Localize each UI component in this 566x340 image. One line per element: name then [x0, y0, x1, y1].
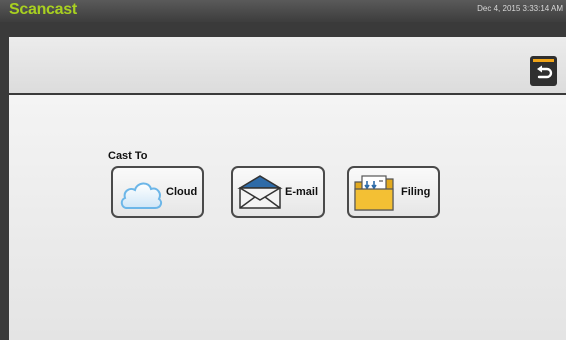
- envelope-icon: [237, 175, 283, 209]
- email-button[interactable]: E-mail: [231, 166, 325, 218]
- cloud-button[interactable]: Cloud: [111, 166, 204, 218]
- back-button[interactable]: [530, 56, 557, 86]
- toolbar: [9, 37, 566, 93]
- filing-button[interactable]: Filing: [347, 166, 440, 218]
- title-bar: Scancast Dec 4, 2015 3:33:14 AM: [0, 0, 566, 22]
- back-arrow-icon: [536, 65, 552, 78]
- back-button-accent: [533, 59, 554, 62]
- datetime: Dec 4, 2015 3:33:14 AM: [477, 4, 563, 13]
- email-button-label: E-mail: [285, 186, 319, 198]
- folder-icon: [354, 175, 394, 211]
- cloud-icon: [120, 182, 163, 209]
- app-title: Scancast: [9, 1, 77, 18]
- cloud-button-label: Cloud: [166, 186, 198, 198]
- cast-to-label: Cast To: [108, 150, 148, 162]
- filing-button-label: Filing: [401, 186, 431, 198]
